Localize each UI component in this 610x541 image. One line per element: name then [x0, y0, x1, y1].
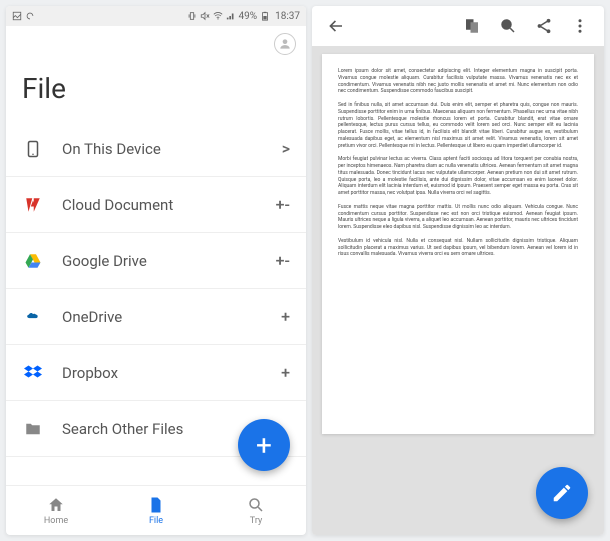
- doc-paragraph: Sed in finibus nulla, sit amet accumsan …: [338, 102, 578, 149]
- document-viewport[interactable]: Lorem ipsum dolor sit amet, consectetur …: [312, 46, 604, 535]
- location-on-this-device[interactable]: On This Device >: [6, 121, 306, 177]
- location-label: On This Device: [62, 140, 282, 158]
- nav-home[interactable]: Home: [6, 496, 106, 526]
- bottom-nav: Home File Try: [6, 485, 306, 535]
- profile-button[interactable]: [274, 33, 296, 55]
- back-button[interactable]: [320, 10, 352, 42]
- doc-paragraph: Morbi feugiat pulvinar lectus ac viverra…: [338, 156, 578, 197]
- add-fab[interactable]: +: [238, 419, 290, 471]
- location-cloud-document[interactable]: Cloud Document +-: [6, 177, 306, 233]
- time-text: 18:37: [275, 11, 300, 22]
- location-label: Cloud Document: [62, 196, 276, 214]
- location-action: +: [281, 363, 290, 382]
- nav-label: File: [149, 516, 163, 526]
- mute-icon: [200, 11, 210, 21]
- nav-label: Home: [44, 516, 68, 526]
- page-title: File: [6, 62, 306, 121]
- battery-icon: [260, 11, 270, 21]
- wifi-icon: [213, 11, 223, 21]
- nav-file[interactable]: File: [106, 496, 206, 526]
- vibrate-icon: [187, 11, 197, 21]
- location-onedrive[interactable]: OneDrive +: [6, 289, 306, 345]
- more-button[interactable]: [564, 10, 596, 42]
- location-google-drive[interactable]: Google Drive +-: [6, 233, 306, 289]
- share-button[interactable]: [528, 10, 560, 42]
- phone-left: 49% 18:37 File On This Device > Cloud Do…: [6, 6, 306, 535]
- document-page: Lorem ipsum dolor sit amet, consectetur …: [322, 54, 594, 434]
- doc-paragraph: Vestibulum id vehicula nisl. Nulla et co…: [338, 238, 578, 258]
- nav-label: Try: [250, 516, 262, 526]
- location-action: +-: [276, 195, 290, 214]
- pdf-toolbar: [312, 6, 604, 46]
- pencil-icon: [551, 482, 573, 504]
- location-dropbox[interactable]: Dropbox +: [6, 345, 306, 401]
- location-label: Dropbox: [62, 364, 281, 382]
- battery-text: 49%: [239, 11, 258, 22]
- adobe-icon: [22, 194, 44, 216]
- pages-button[interactable]: [456, 10, 488, 42]
- location-label: Google Drive: [62, 252, 276, 270]
- phone-right: Lorem ipsum dolor sit amet, consectetur …: [312, 6, 604, 535]
- device-icon: [22, 138, 44, 160]
- search-icon: [247, 496, 265, 514]
- dropbox-icon: [22, 362, 44, 384]
- edit-fab[interactable]: [536, 467, 588, 519]
- onedrive-icon: [22, 306, 44, 328]
- chevron-right-icon: >: [282, 139, 290, 158]
- file-icon: [147, 496, 165, 514]
- signal-icon: [226, 11, 236, 21]
- location-label: OneDrive: [62, 308, 281, 326]
- nav-try[interactable]: Try: [206, 496, 306, 526]
- doc-paragraph: Lorem ipsum dolor sit amet, consectetur …: [338, 68, 578, 95]
- home-icon: [47, 496, 65, 514]
- google-drive-icon: [22, 250, 44, 272]
- sync-icon: [25, 11, 35, 21]
- doc-paragraph: Fusce mattis neque vitae magna porttitor…: [338, 204, 578, 231]
- status-bar-left: 49% 18:37: [6, 6, 306, 26]
- plus-icon: +: [256, 429, 272, 462]
- search-button[interactable]: [492, 10, 524, 42]
- profile-row: [6, 26, 306, 62]
- location-action: +: [281, 307, 290, 326]
- folder-icon: [22, 418, 44, 440]
- location-action: +-: [276, 251, 290, 270]
- image-icon: [12, 11, 22, 21]
